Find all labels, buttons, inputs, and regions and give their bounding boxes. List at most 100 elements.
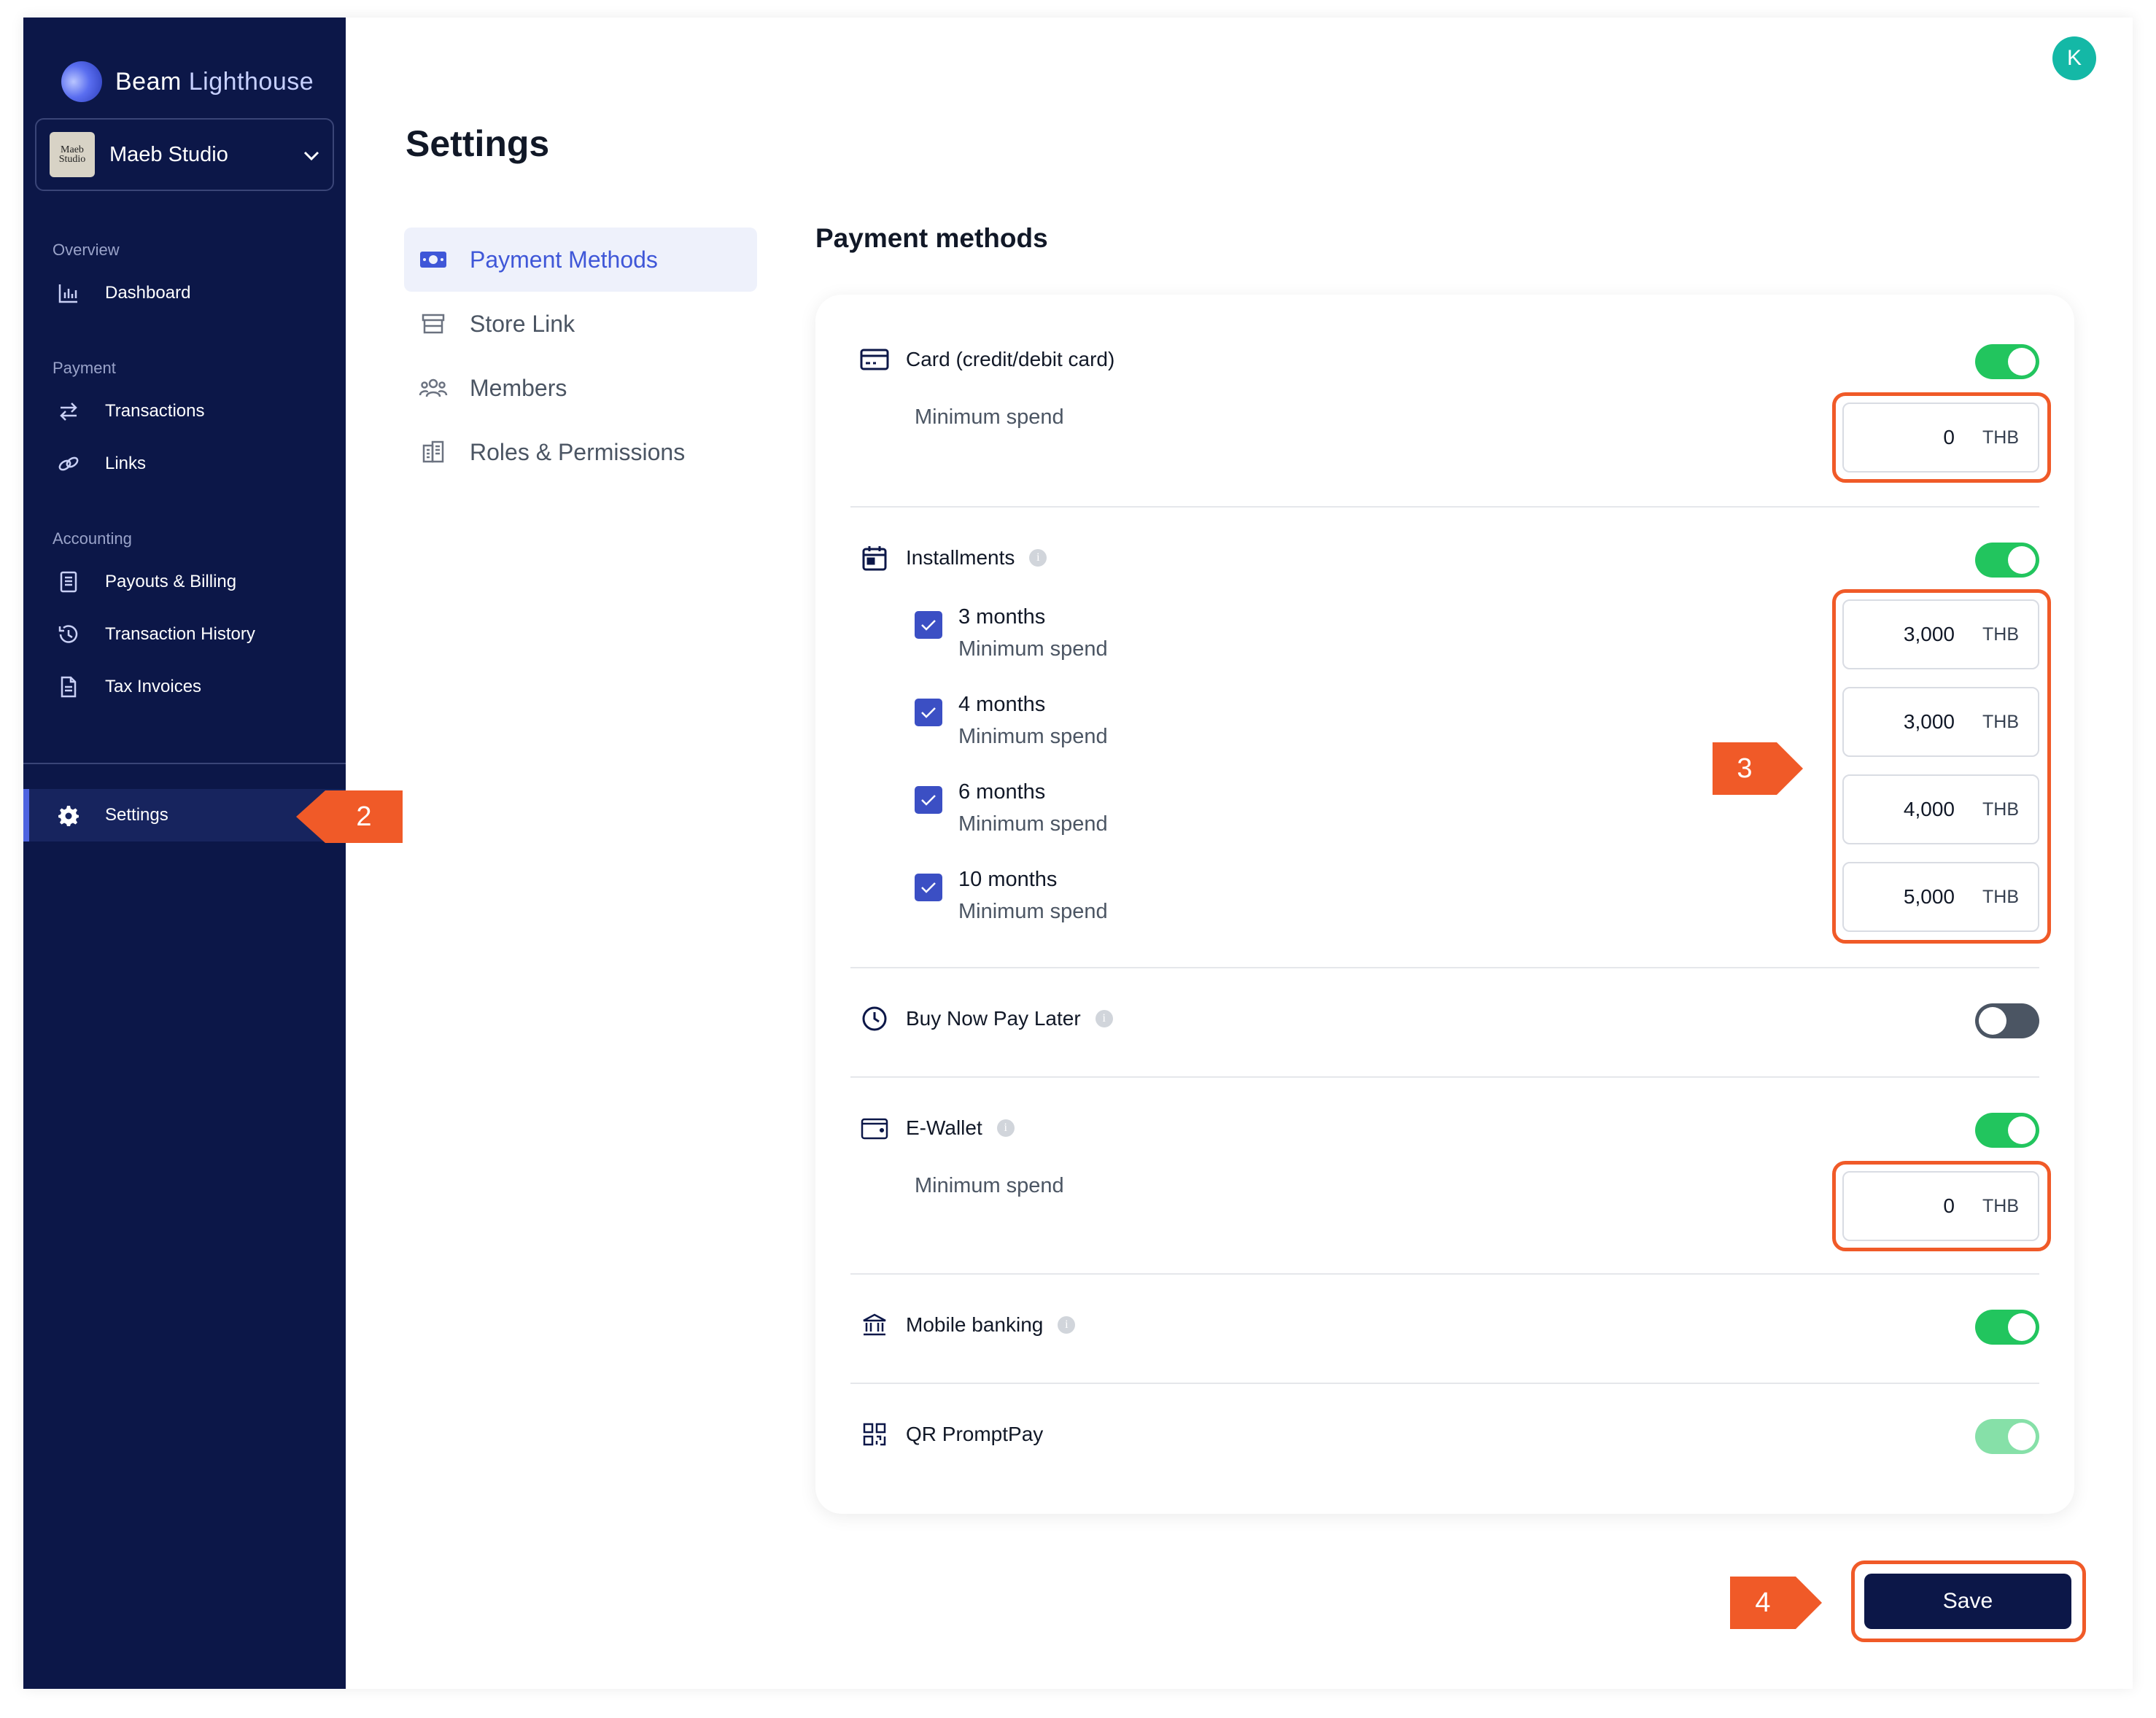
highlight-box [1832, 589, 2051, 944]
payment-methods-card: Card (credit/debit card) Minimum spend 0… [815, 295, 2074, 1514]
sidebar-item-label: Tax Invoices [105, 677, 202, 696]
section-overview: Overview [53, 241, 120, 259]
section-title: Payment methods [815, 223, 1048, 253]
installment-3-months: 3 months Minimum spend [915, 601, 1108, 665]
sidebar-item-links[interactable]: Links [23, 440, 346, 487]
mobile-banking-toggle[interactable] [1975, 1310, 2039, 1345]
card-toggle[interactable] [1975, 344, 2039, 379]
plan-label: 4 months [958, 693, 1046, 716]
checkbox-3-months[interactable] [915, 611, 942, 639]
qr-code-icon [859, 1419, 890, 1450]
toggle-knob [2008, 546, 2036, 574]
method-label: QR PromptPay [906, 1423, 1044, 1445]
history-icon [55, 621, 82, 648]
sidebar-item-payouts-billing[interactable]: Payouts & Billing [23, 559, 346, 605]
method-ewallet: E-Wallet i [859, 1113, 1015, 1143]
toggle-knob [1979, 1007, 2006, 1035]
info-icon[interactable]: i [1029, 549, 1047, 567]
plan-min-spend-label: Minimum spend [958, 637, 1108, 661]
installments-toggle[interactable] [1975, 543, 2039, 578]
highlight-box [1832, 1161, 2051, 1251]
plan-min-spend-label: Minimum spend [958, 900, 1108, 923]
sidebar-divider [23, 763, 346, 764]
bnpl-toggle[interactable] [1975, 1003, 2039, 1038]
toggle-knob [2008, 1423, 2036, 1450]
sidebar-item-tax-invoices[interactable]: Tax Invoices [23, 664, 346, 710]
sidebar-item-label: Transactions [105, 401, 205, 421]
tab-label: Members [470, 374, 567, 401]
toggle-knob [2008, 1313, 2036, 1341]
beam-logo-icon [61, 61, 102, 102]
highlight-box [1832, 392, 2051, 483]
method-label: E-Wallet [906, 1116, 982, 1139]
sidebar-item-transaction-history[interactable]: Transaction History [23, 611, 346, 658]
tab-label: Store Link [470, 310, 575, 337]
sidebar-item-label: Settings [105, 805, 168, 825]
method-label: Mobile banking [906, 1313, 1044, 1336]
users-icon [419, 373, 448, 403]
checkbox-10-months[interactable] [915, 874, 942, 901]
calendar-icon [859, 543, 890, 573]
method-label: Buy Now Pay Later [906, 1007, 1081, 1030]
method-card: Card (credit/debit card) [859, 344, 1114, 375]
clock-icon [859, 1003, 890, 1034]
checkbox-6-months[interactable] [915, 786, 942, 814]
wallet-icon [859, 1113, 890, 1143]
divider [850, 1076, 2039, 1078]
document-icon [55, 674, 82, 700]
money-icon [419, 245, 448, 274]
tab-store-link[interactable]: Store Link [404, 292, 757, 356]
installment-6-months: 6 months Minimum spend [915, 776, 1108, 840]
installment-10-months: 10 months Minimum spend [915, 863, 1108, 928]
callout-2: 2 [296, 790, 403, 843]
divider [850, 1383, 2039, 1384]
swap-arrows-icon [55, 398, 82, 424]
brand-name: Beam Lighthouse [115, 67, 314, 96]
toggle-knob [2008, 1116, 2036, 1144]
sidebar-item-label: Links [105, 454, 147, 473]
qr-promptpay-toggle[interactable] [1975, 1419, 2039, 1454]
org-name: Maeb Studio [109, 142, 228, 166]
card-min-spend-label: Minimum spend [915, 405, 1064, 429]
gear-icon [55, 802, 82, 828]
sidebar-item-transactions[interactable]: Transactions [23, 388, 346, 435]
link-icon [55, 451, 82, 477]
bar-chart-icon [55, 280, 82, 306]
chevron-down-icon [303, 144, 319, 166]
method-mobile-banking: Mobile banking i [859, 1310, 1076, 1340]
toggle-knob [2008, 348, 2036, 376]
credit-card-icon [859, 344, 890, 375]
divider [850, 967, 2039, 968]
bank-icon [859, 1310, 890, 1340]
ewallet-min-spend-label: Minimum spend [915, 1174, 1064, 1197]
section-accounting: Accounting [53, 529, 132, 548]
tab-label: Roles & Permissions [470, 438, 686, 465]
sidebar-item-label: Payouts & Billing [105, 572, 237, 591]
org-avatar: Maeb Studio [50, 132, 95, 177]
brand[interactable]: Beam Lighthouse [61, 47, 314, 117]
tab-members[interactable]: Members [404, 356, 757, 420]
section-payment: Payment [53, 359, 116, 377]
ewallet-toggle[interactable] [1975, 1113, 2039, 1148]
sidebar-item-label: Transaction History [105, 624, 255, 644]
method-qr-promptpay: QR PromptPay [859, 1419, 1043, 1450]
tab-label: Payment Methods [470, 246, 658, 273]
page-title: Settings [406, 123, 550, 164]
method-installments: Installments i [859, 543, 1047, 573]
checkbox-4-months[interactable] [915, 699, 942, 726]
method-label: Card (credit/debit card) [906, 348, 1115, 370]
org-switcher[interactable]: Maeb Studio Maeb Studio [35, 118, 334, 191]
info-icon[interactable]: i [1095, 1010, 1113, 1027]
plan-min-spend-label: Minimum spend [958, 812, 1108, 836]
plan-label: 6 months [958, 780, 1046, 804]
info-icon[interactable]: i [996, 1119, 1015, 1137]
user-avatar[interactable]: K [2052, 36, 2096, 80]
sidebar-item-dashboard[interactable]: Dashboard [23, 270, 346, 316]
method-label: Installments [906, 546, 1015, 569]
method-bnpl: Buy Now Pay Later i [859, 1003, 1113, 1034]
plan-label: 3 months [958, 605, 1046, 629]
info-icon[interactable]: i [1058, 1316, 1076, 1334]
save-button[interactable]: Save [1864, 1574, 2071, 1629]
tab-payment-methods[interactable]: Payment Methods [404, 228, 757, 292]
tab-roles-permissions[interactable]: Roles & Permissions [404, 420, 757, 484]
